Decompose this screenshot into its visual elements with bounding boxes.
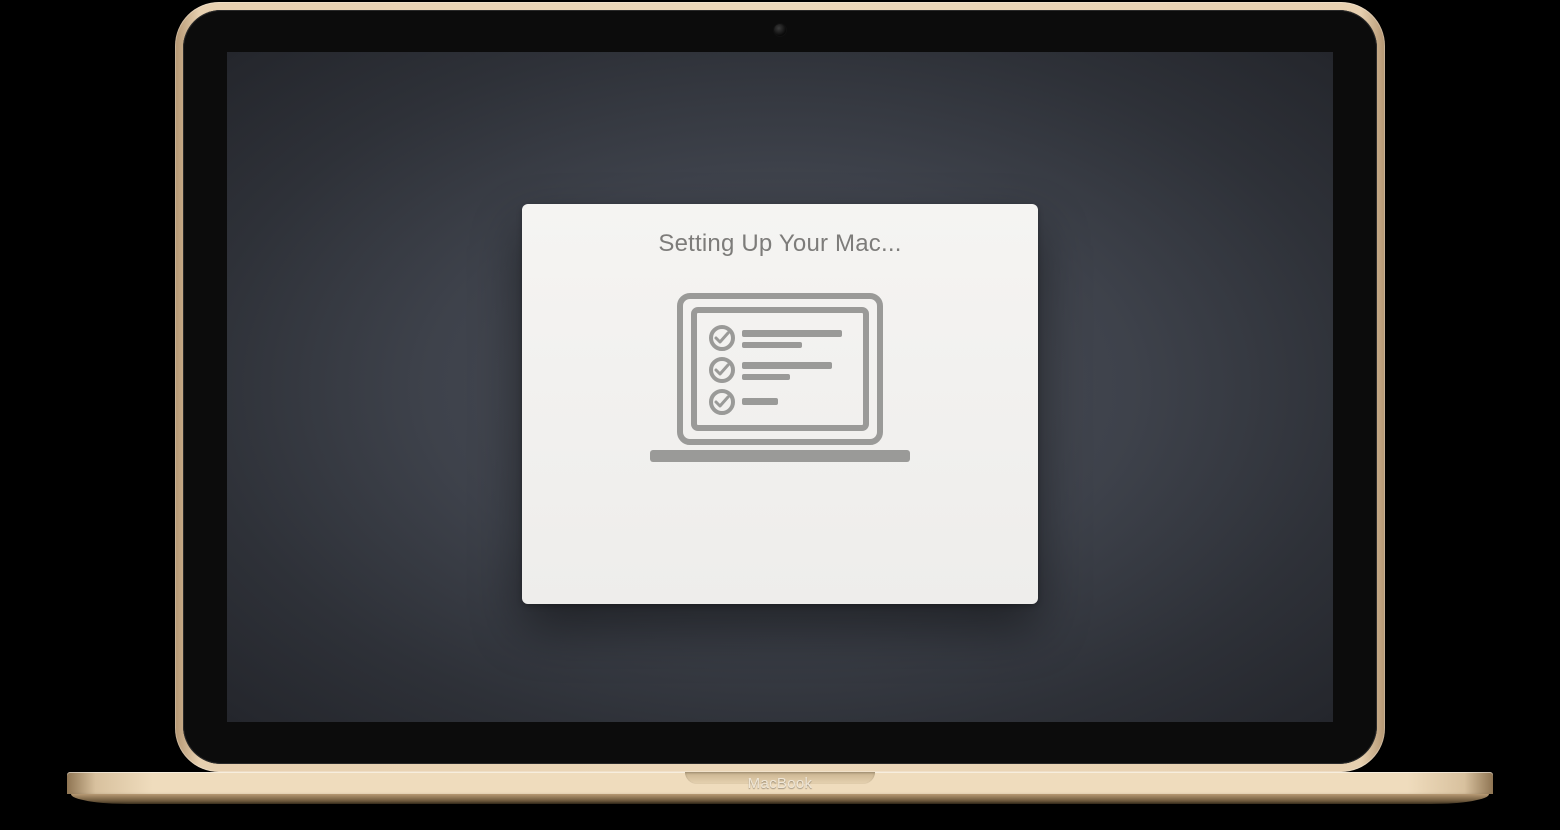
device-brand-label: MacBook [748, 775, 813, 792]
setup-dialog-title: Setting Up Your Mac... [522, 230, 1038, 258]
laptop-shadow [60, 800, 1500, 820]
laptop-inner-bezel: Setting Up Your Mac... [183, 10, 1377, 764]
setup-dialog: Setting Up Your Mac... [522, 204, 1038, 604]
setup-illustration [522, 290, 1038, 476]
laptop-frame: Setting Up Your Mac... [175, 2, 1385, 772]
camera-icon [774, 24, 786, 36]
stage: Setting Up Your Mac... [0, 0, 1560, 830]
laptop-checklist-icon [630, 290, 930, 476]
screen: Setting Up Your Mac... [227, 52, 1333, 722]
